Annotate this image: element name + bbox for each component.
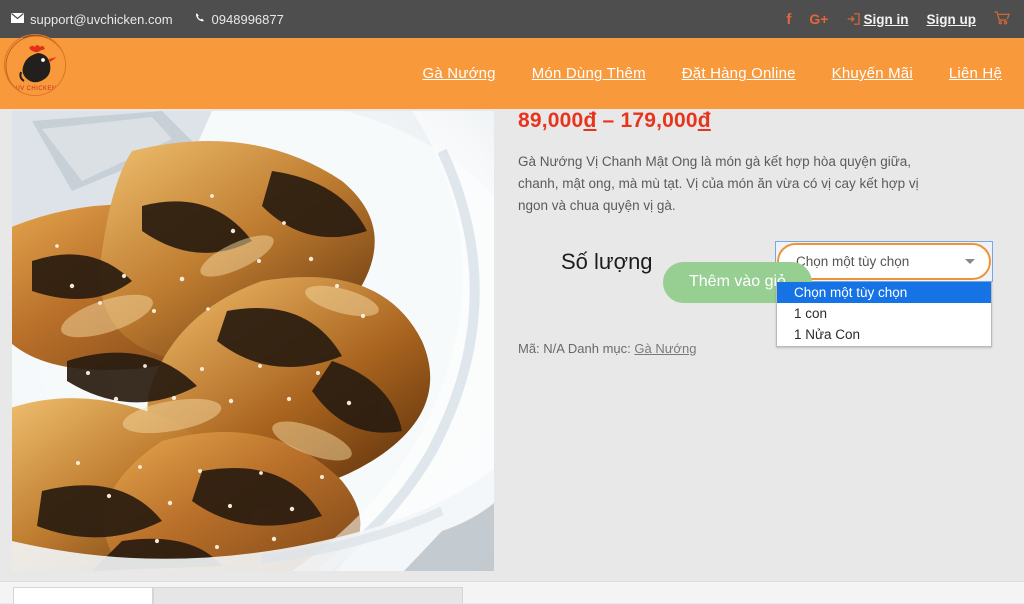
quantity-select-dropdown[interactable]: Chọn một tùy chọn 1 con 1 Nửa Con: [776, 282, 992, 347]
sign-in-icon: [847, 13, 860, 25]
nav-item-ga-nuong[interactable]: Gà Nướng: [423, 65, 496, 82]
contact-email-text: support@uvchicken.com: [30, 11, 173, 27]
product-page: 89,000đ – 179,000đ Gà Nướng Vị Chanh Mật…: [0, 109, 1024, 604]
product-summary: 89,000đ – 179,000đ Gà Nướng Vị Chanh Mật…: [518, 109, 1013, 356]
currency-symbol-max: đ: [697, 109, 711, 132]
site-logo[interactable]: UV CHICKEN: [4, 34, 66, 96]
price-max: 179,000: [620, 109, 698, 132]
sku-value: N/A: [543, 341, 565, 356]
bottom-tab-strip: [0, 581, 1024, 604]
category-label: Danh mục:: [567, 341, 631, 356]
sign-in-link[interactable]: Sign in: [847, 12, 909, 27]
sign-up-label: Sign up: [926, 11, 977, 27]
nav-item-dat-hang-online[interactable]: Đặt Hàng Online: [682, 65, 796, 82]
top-utility-bar: support@uvchicken.com 0948996877 f G+ Si…: [0, 0, 1024, 38]
chevron-down-icon: [965, 259, 975, 264]
product-meta: Mã: N/A Danh mục: Gà Nướng: [518, 341, 696, 356]
facebook-icon[interactable]: f: [786, 12, 791, 27]
cart-icon[interactable]: [994, 10, 1010, 28]
contact-phone-text: 0948996877: [211, 11, 284, 27]
google-plus-icon[interactable]: G+: [809, 12, 828, 26]
tab-active[interactable]: [13, 587, 153, 604]
svg-text:UV CHICKEN: UV CHICKEN: [15, 86, 56, 92]
nav-item-mon-dung-them[interactable]: Món Dùng Thêm: [532, 65, 646, 82]
phone-icon: [195, 13, 206, 26]
sign-in-label: Sign in: [863, 11, 909, 27]
topbar-contact-group: support@uvchicken.com 0948996877: [0, 12, 284, 27]
topbar-actions-group: f G+ Sign in Sign up: [786, 10, 1024, 28]
sign-up-link[interactable]: Sign up: [927, 12, 977, 27]
price-separator: –: [602, 109, 615, 132]
nav-item-lien-he[interactable]: Liên Hệ: [949, 65, 1002, 82]
dropdown-option-1-nua-con[interactable]: 1 Nửa Con: [777, 324, 991, 345]
nav-item-khuyen-mai[interactable]: Khuyến Mãi: [832, 65, 913, 82]
product-image[interactable]: [12, 111, 494, 571]
currency-symbol-min: đ: [583, 109, 597, 132]
dropdown-option-1-con[interactable]: 1 con: [777, 303, 991, 324]
nav-links: Gà Nướng Món Dùng Thêm Đặt Hàng Online K…: [423, 65, 1024, 82]
price-min: 89,000: [518, 109, 584, 132]
quantity-select-value: Chọn một tùy chọn: [796, 254, 910, 269]
envelope-icon: [11, 13, 24, 25]
contact-phone[interactable]: 0948996877: [195, 12, 284, 27]
product-description: Gà Nướng Vị Chanh Mật Ong là món gà kết …: [518, 154, 919, 213]
category-link[interactable]: Gà Nướng: [634, 341, 696, 356]
tab-inactive[interactable]: [153, 587, 463, 604]
product-price: 89,000đ – 179,000đ: [518, 109, 1013, 133]
main-navigation-bar: UV CHICKEN Gà Nướng Món Dùng Thêm Đặt Hà…: [0, 34, 1024, 109]
dropdown-option-placeholder[interactable]: Chọn một tùy chọn: [777, 282, 991, 303]
contact-email[interactable]: support@uvchicken.com: [11, 12, 173, 27]
sku-label: Mã:: [518, 341, 540, 356]
variation-label: Số lượng: [561, 249, 653, 274]
